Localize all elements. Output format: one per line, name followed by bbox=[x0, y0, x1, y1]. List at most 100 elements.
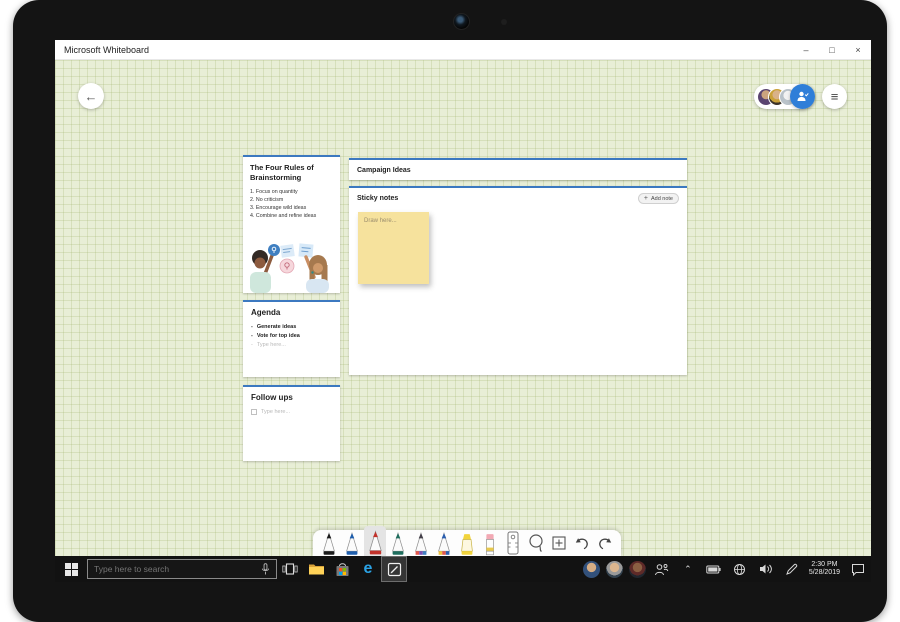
redo-icon bbox=[597, 535, 613, 551]
tool-rainbow-pen[interactable] bbox=[433, 530, 455, 556]
ink-workspace-button[interactable] bbox=[779, 556, 805, 582]
window-titlebar: Microsoft Whiteboard – □ × bbox=[55, 40, 871, 60]
tool-highlighter[interactable] bbox=[456, 530, 478, 556]
light-sensor-icon bbox=[501, 19, 507, 25]
undo-icon bbox=[574, 535, 590, 551]
action-center-button[interactable] bbox=[845, 556, 871, 582]
checkbox[interactable] bbox=[251, 409, 257, 415]
stage: Microsoft Whiteboard – □ × ← bbox=[0, 0, 900, 622]
list-item: 4. Combine and refine ideas bbox=[250, 212, 333, 220]
store-icon bbox=[335, 562, 350, 577]
card-title: Follow ups bbox=[243, 387, 340, 407]
battery-button[interactable] bbox=[701, 556, 727, 582]
people-bar-avatar[interactable] bbox=[629, 561, 646, 578]
people-bar-avatar[interactable] bbox=[606, 561, 623, 578]
tool-undo[interactable] bbox=[571, 530, 593, 556]
galaxy-pen-icon bbox=[412, 532, 430, 556]
agenda-item[interactable]: - Generate ideas bbox=[243, 321, 340, 330]
tool-green-pen[interactable] bbox=[387, 530, 409, 556]
whiteboard-app-button[interactable] bbox=[381, 556, 407, 582]
tool-redo[interactable] bbox=[594, 530, 616, 556]
chevron-up-icon: ⌃ bbox=[684, 564, 692, 575]
taskbar: e ⌃ bbox=[55, 556, 871, 582]
tool-eraser[interactable] bbox=[479, 530, 501, 556]
show-hidden-icons-button[interactable]: ⌃ bbox=[675, 556, 701, 582]
card-title: Agenda bbox=[243, 302, 340, 321]
search-input[interactable] bbox=[94, 564, 256, 574]
tool-galaxy-pen[interactable] bbox=[410, 530, 432, 556]
card-follow-ups[interactable]: Follow ups Type here... bbox=[243, 385, 340, 461]
tool-red-pen[interactable] bbox=[364, 526, 386, 556]
list-item: 2. No criticism bbox=[250, 196, 333, 204]
agenda-item-text: Generate ideas bbox=[257, 324, 296, 330]
screen: Microsoft Whiteboard – □ × ← bbox=[55, 40, 871, 582]
network-button[interactable] bbox=[727, 556, 753, 582]
card-sticky-notes[interactable]: Sticky notes + Add note Draw here... bbox=[349, 186, 687, 375]
sticky-notes-header: Sticky notes + Add note bbox=[349, 188, 687, 204]
sticky-note-placeholder: Draw here... bbox=[358, 212, 429, 224]
rainbow-pen-icon bbox=[435, 532, 453, 556]
taskbar-clock[interactable]: 2:30 PM 5/28/2019 bbox=[809, 561, 840, 578]
minimize-button[interactable]: – bbox=[793, 40, 819, 59]
edge-button[interactable]: e bbox=[355, 556, 381, 582]
tablet-bezel: Microsoft Whiteboard – □ × ← bbox=[13, 0, 887, 622]
ruler-icon bbox=[505, 531, 521, 555]
agenda-item-placeholder[interactable]: - Type here... bbox=[243, 339, 340, 348]
pen-icon bbox=[785, 563, 798, 576]
card-title: The Four Rules of Brainstorming bbox=[243, 157, 340, 186]
rules-list: 1. Focus on quantity 2. No criticism 3. … bbox=[243, 186, 340, 221]
people-bar-avatar[interactable] bbox=[583, 561, 600, 578]
placeholder-text: Type here... bbox=[257, 342, 286, 348]
card-four-rules[interactable]: The Four Rules of Brainstorming 1. Focus… bbox=[243, 155, 340, 293]
todo-item[interactable]: Type here... bbox=[243, 407, 340, 415]
pen-toolbar bbox=[313, 530, 621, 556]
bullet: - bbox=[251, 342, 253, 348]
placeholder-text: Type here... bbox=[261, 409, 290, 415]
close-button[interactable]: × bbox=[845, 40, 871, 59]
microsoft-store-button[interactable] bbox=[329, 556, 355, 582]
add-note-button[interactable]: + Add note bbox=[638, 193, 679, 204]
invite-button[interactable] bbox=[790, 84, 815, 109]
window-controls: – □ × bbox=[793, 40, 871, 59]
maximize-button[interactable]: □ bbox=[819, 40, 845, 59]
tool-lasso-select[interactable] bbox=[525, 530, 547, 556]
lasso-icon bbox=[527, 533, 545, 553]
agenda-item-text: Vote for top idea bbox=[257, 333, 300, 339]
task-view-icon bbox=[282, 562, 298, 576]
menu-button[interactable]: ≡ bbox=[822, 84, 847, 109]
card-agenda[interactable]: Agenda - Generate ideas - Vote for top i… bbox=[243, 300, 340, 377]
microphone-icon[interactable] bbox=[261, 563, 270, 576]
tool-blue-pen[interactable] bbox=[341, 530, 363, 556]
start-button[interactable] bbox=[55, 556, 87, 582]
insert-grid-icon bbox=[551, 535, 567, 551]
tool-insert[interactable] bbox=[548, 530, 570, 556]
network-globe-icon bbox=[733, 563, 746, 576]
back-button[interactable]: ← bbox=[78, 83, 104, 109]
file-explorer-button[interactable] bbox=[303, 556, 329, 582]
agenda-item[interactable]: - Vote for top idea bbox=[243, 330, 340, 339]
card-title: Campaign Ideas bbox=[349, 167, 411, 174]
list-item: 3. Encourage wild ideas bbox=[250, 204, 333, 212]
collaborators-pill[interactable] bbox=[754, 84, 815, 109]
windows-logo-icon bbox=[65, 563, 78, 576]
tool-ruler[interactable] bbox=[502, 530, 524, 556]
back-arrow-icon: ← bbox=[85, 89, 98, 104]
speaker-icon bbox=[759, 563, 773, 575]
taskbar-search[interactable] bbox=[87, 559, 277, 579]
notification-icon bbox=[851, 563, 865, 576]
hamburger-icon: ≡ bbox=[831, 89, 839, 104]
clock-time: 2:30 PM bbox=[809, 561, 840, 570]
people-icon bbox=[654, 563, 669, 576]
plus-icon: + bbox=[644, 195, 648, 202]
add-note-label: Add note bbox=[651, 196, 673, 202]
volume-button[interactable] bbox=[753, 556, 779, 582]
card-campaign-ideas[interactable]: Campaign Ideas bbox=[349, 158, 687, 180]
window-title: Microsoft Whiteboard bbox=[55, 45, 149, 55]
task-view-button[interactable] bbox=[277, 556, 303, 582]
sticky-note[interactable]: Draw here... bbox=[358, 212, 429, 284]
list-item: 1. Focus on quantity bbox=[250, 188, 333, 196]
whiteboard-canvas[interactable]: ← ≡ bbox=[55, 60, 871, 556]
clock-date: 5/28/2019 bbox=[809, 569, 840, 578]
people-button[interactable] bbox=[649, 556, 675, 582]
tool-black-pen[interactable] bbox=[318, 530, 340, 556]
